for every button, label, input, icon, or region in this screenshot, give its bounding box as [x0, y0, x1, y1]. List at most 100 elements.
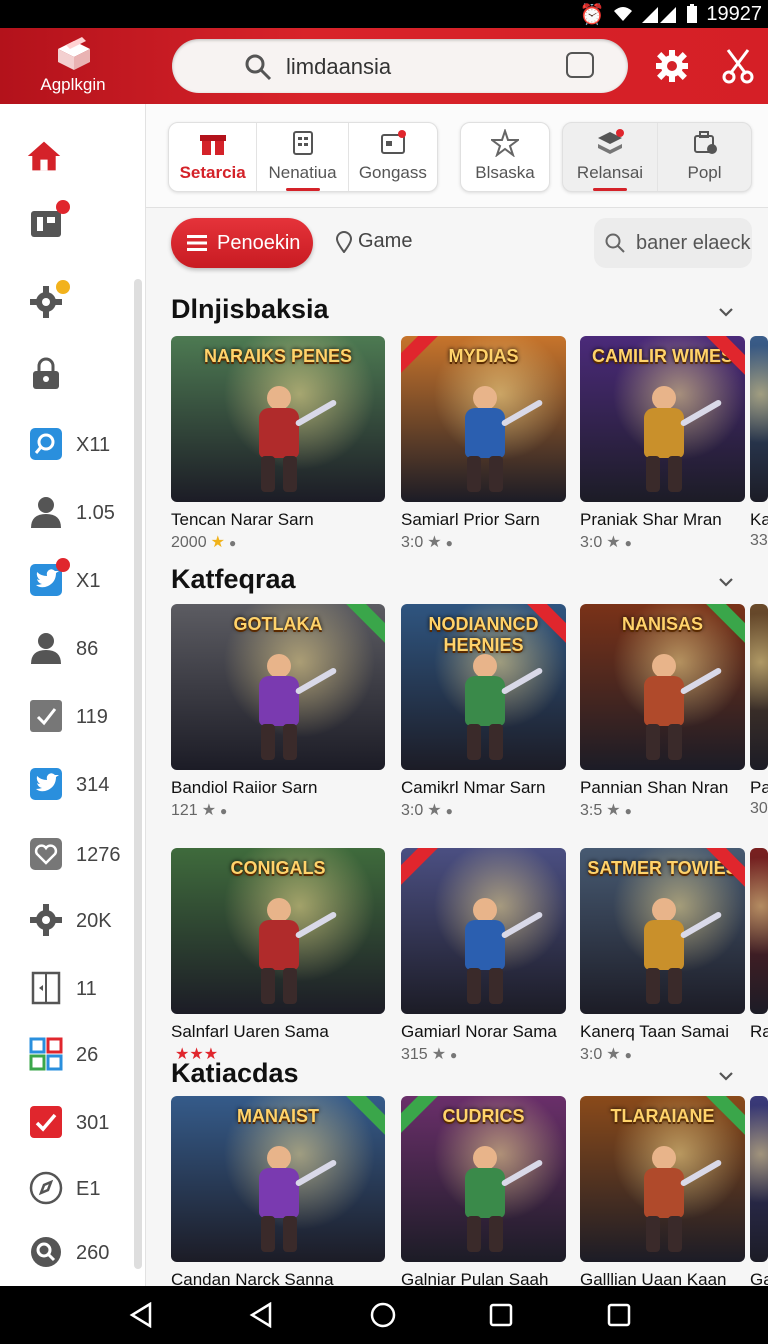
secondary-search[interactable]: baner elaeck [594, 218, 752, 268]
sidebar-item-16[interactable]: 260 [0, 1224, 134, 1282]
game-title[interactable]: Pa [750, 778, 768, 798]
sidebar-item-14[interactable]: 301 [0, 1094, 134, 1152]
game-card[interactable]: MANAIST Candan Narck Sanna [171, 1096, 385, 1289]
game-card[interactable]: TLARAIANE Galllian Uaan Kaan [580, 1096, 745, 1289]
sidebar-item-3[interactable] [0, 346, 134, 404]
game-title[interactable]: Ka [750, 510, 768, 530]
game-thumbnail[interactable] [401, 848, 566, 1014]
chevron-down-icon[interactable] [718, 304, 734, 320]
game-thumbnail[interactable]: MANAIST [171, 1096, 385, 1262]
game-rating: 3:0 ★ ● [401, 532, 453, 552]
rating-value: 33 [750, 532, 768, 549]
sidebar-item-15[interactable]: E1 [0, 1160, 134, 1218]
tab-relansai[interactable]: Relansai [563, 123, 657, 191]
game-title[interactable]: Kanerq Taan Samai [580, 1022, 729, 1042]
info-icon: ● [624, 536, 632, 550]
game-card[interactable]: Ra [750, 848, 768, 1041]
scissors-icon[interactable] [720, 48, 756, 84]
game-card[interactable]: Ga [750, 1096, 768, 1289]
recents-icon[interactable] [488, 1302, 514, 1328]
tab-group-3: Relansai Popl [562, 122, 752, 192]
game-thumbnail[interactable]: TLARAIANE [580, 1096, 745, 1262]
game-thumbnail[interactable]: NARAIKS PENES [171, 336, 385, 502]
tab-setarcia[interactable]: Setarcia [169, 123, 256, 191]
game-title[interactable]: Salnfarl Uaren Sama [171, 1022, 329, 1042]
game-rating: 315 ★ ● [401, 1044, 457, 1064]
scan-icon[interactable] [566, 52, 594, 78]
game-title[interactable]: Camikrl Nmar Sarn [401, 778, 546, 798]
game-title[interactable]: Pannian Shan Nran [580, 778, 728, 798]
status-time: 19927 [706, 2, 762, 25]
sidebar-item-2[interactable] [0, 274, 134, 332]
rating-value: 3:0 [580, 534, 603, 551]
sidebar-item-1[interactable] [0, 194, 134, 252]
tab-blsaska[interactable]: Blsaska [461, 123, 549, 191]
sidebar-item-13[interactable]: 26 [0, 1026, 134, 1084]
sidebar-item-12[interactable]: 11 [0, 960, 134, 1018]
game-thumbnail[interactable] [750, 604, 768, 770]
game-title[interactable]: Gamiarl Norar Sama [401, 1022, 557, 1042]
game-card[interactable]: Pa 30 [750, 604, 768, 817]
game-thumbnail[interactable]: GOTLAKA [171, 604, 385, 770]
game-card[interactable]: CONIGALS Salnfarl Uaren Sama ★★★ [171, 848, 385, 1063]
search-bar[interactable]: limdaansia [172, 39, 628, 93]
sidebar-item-10[interactable]: 1276 [0, 826, 134, 884]
sidebar-item-7[interactable]: 86 [0, 620, 134, 678]
brand[interactable]: Agplkgin [0, 28, 146, 104]
game-thumbnail[interactable]: MYDIAS [401, 336, 566, 502]
tab-nenatiua[interactable]: Nenatiua [256, 123, 347, 191]
character-illustration [243, 654, 338, 764]
game-card[interactable]: Ka 33 [750, 336, 768, 549]
settings-gear-icon[interactable] [654, 48, 690, 84]
sidebar-item-4[interactable]: X11 [0, 416, 134, 474]
game-card[interactable]: CAMILIR WIMES Praniak Shar Mran 3:0 ★ ● [580, 336, 745, 551]
game-thumbnail[interactable]: SATMER TOWIES [580, 848, 745, 1014]
sidebar-item-value: 301 [76, 1112, 110, 1134]
sidebar-item-0[interactable] [0, 128, 134, 186]
game-card[interactable]: GOTLAKA Bandiol Raiior Sarn 121 ★ ● [171, 604, 385, 819]
game-title[interactable]: Praniak Shar Mran [580, 510, 722, 530]
tab-gongass[interactable]: Gongass [347, 123, 437, 191]
sidebar-item-11[interactable]: 20K [0, 892, 134, 950]
sidebar-item-8[interactable]: 119 [0, 688, 134, 746]
sidebar-item-6[interactable]: X1 [0, 552, 134, 610]
back-icon[interactable] [128, 1302, 154, 1328]
recents-icon[interactable] [606, 1302, 632, 1328]
game-filter[interactable]: Game [336, 230, 412, 253]
filter-button[interactable]: Penoekin [171, 218, 313, 268]
game-card[interactable]: NANISAS Pannian Shan Nran 3:5 ★ ● [580, 604, 745, 819]
sidebar-item-value: 20K [76, 910, 112, 932]
game-card[interactable]: MYDIAS Samiarl Prior Sarn 3:0 ★ ● [401, 336, 566, 551]
game-card[interactable]: NODIANNCD HERNIES Camikrl Nmar Sarn 3:0 ★ ● [401, 604, 566, 819]
game-thumbnail[interactable] [750, 336, 768, 502]
sidebar-item-value: 26 [76, 1044, 99, 1066]
game-thumbnail-title: GOTLAKA [233, 614, 323, 634]
game-thumbnail[interactable] [750, 1096, 768, 1262]
game-thumbnail[interactable]: CONIGALS [171, 848, 385, 1014]
chevron-down-icon[interactable] [718, 574, 734, 590]
section-title: Dlnjisbaksia [171, 294, 329, 324]
game-thumbnail[interactable]: NANISAS [580, 604, 745, 770]
game-title[interactable]: Tencan Narar Sarn [171, 510, 314, 530]
chevron-down-icon[interactable] [718, 1068, 734, 1084]
game-title[interactable]: Ra [750, 1022, 768, 1042]
sidebar-item-5[interactable]: 1.05 [0, 484, 134, 542]
tab-popl[interactable]: Popl [657, 123, 751, 191]
sidebar-item-value: X1 [76, 570, 101, 592]
game-thumbnail[interactable]: NODIANNCD HERNIES [401, 604, 566, 770]
game-thumbnail[interactable]: CAMILIR WIMES [580, 336, 745, 502]
game-thumbnail[interactable]: CUDRICS [401, 1096, 566, 1262]
game-card[interactable]: CUDRICS Galniar Pulan Saah [401, 1096, 566, 1289]
game-title[interactable]: Samiarl Prior Sarn [401, 510, 540, 530]
home-circle-icon[interactable] [370, 1302, 396, 1328]
game-card[interactable]: Gamiarl Norar Sama 315 ★ ● [401, 848, 566, 1063]
calendar-icon [379, 129, 407, 157]
sidebar-item-9[interactable]: 314 [0, 756, 134, 814]
game-title[interactable]: Bandiol Raiior Sarn [171, 778, 317, 798]
search-input[interactable]: limdaansia [286, 54, 391, 80]
back-icon[interactable] [248, 1302, 274, 1328]
game-card[interactable]: SATMER TOWIES Kanerq Taan Samai 3:0 ★ ● [580, 848, 745, 1063]
sidebar-scrollbar[interactable] [134, 279, 142, 1269]
game-thumbnail[interactable] [750, 848, 768, 1014]
game-card[interactable]: NARAIKS PENES Tencan Narar Sarn 2000 ★ ● [171, 336, 385, 551]
